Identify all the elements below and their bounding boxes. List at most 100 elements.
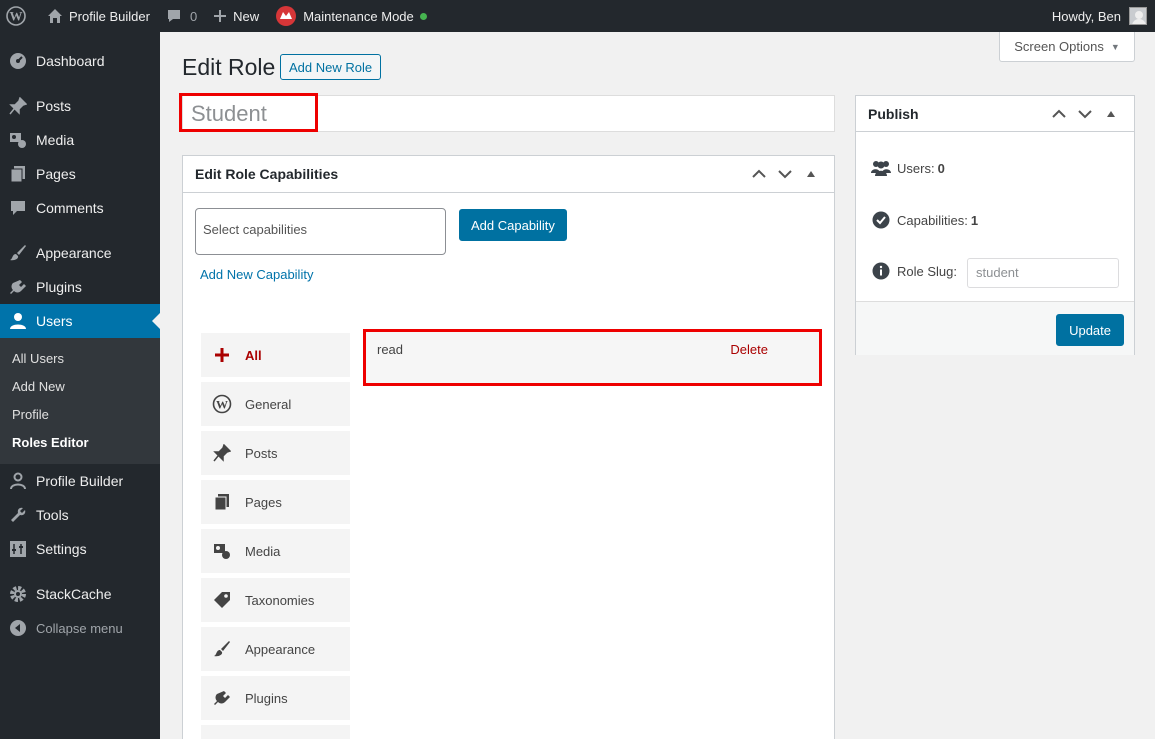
sidebar-item-label: Collapse menu — [36, 620, 123, 636]
new-content-link[interactable]: New — [205, 0, 267, 32]
group-tab-pages[interactable]: Pages — [201, 480, 350, 524]
maintenance-mode-link[interactable]: Maintenance Mode — [267, 0, 435, 32]
submenu-item-roles-editor[interactable]: Roles Editor — [0, 428, 160, 456]
group-tab-taxonomies[interactable]: Taxonomies — [201, 578, 350, 622]
sidebar-item-label: Settings — [36, 541, 87, 557]
sidebar-item-dashboard[interactable]: Dashboard — [0, 44, 160, 78]
page-title: Edit Role — [182, 54, 276, 80]
screen-options-button[interactable]: Screen Options ▼ — [999, 32, 1135, 62]
chevron-down-icon[interactable] — [772, 161, 798, 187]
sidebar-item-label: Posts — [36, 98, 72, 114]
publish-actions: Update — [856, 301, 1134, 355]
group-tab-general[interactable]: W General — [201, 382, 350, 426]
caret-down-icon: ▼ — [1110, 41, 1120, 52]
users-count: 0 — [937, 160, 945, 176]
group-tab-plugins[interactable]: Plugins — [201, 676, 350, 720]
chevron-down-icon[interactable] — [1072, 101, 1098, 127]
comment-icon — [8, 198, 28, 218]
toggle-panel-icon[interactable] — [798, 161, 824, 187]
group-tab-label: Taxonomies — [245, 592, 315, 608]
sidebar-item-label: Users — [36, 313, 73, 329]
sidebar-item-label: Media — [36, 132, 75, 148]
add-new-role-button[interactable]: Add New Role — [280, 54, 382, 80]
pin-icon — [212, 443, 232, 463]
box-handles — [1046, 101, 1134, 127]
chevron-up-icon[interactable] — [1046, 101, 1072, 127]
collapse-menu-button[interactable]: Collapse menu — [0, 611, 160, 645]
submenu-item-add-new[interactable]: Add New — [0, 372, 160, 400]
group-tab-posts[interactable]: Posts — [201, 431, 350, 475]
tag-icon — [212, 590, 232, 610]
sidebar-item-posts[interactable]: Posts — [0, 89, 160, 123]
submenu-item-all-users[interactable]: All Users — [0, 344, 160, 372]
collapse-icon — [8, 618, 28, 638]
comments-link[interactable]: 0 — [158, 0, 205, 32]
sidebar-item-profile-builder[interactable]: Profile Builder — [0, 464, 160, 498]
group-tab-all[interactable]: All — [201, 333, 350, 377]
dashboard-icon — [8, 51, 28, 71]
sidebar-item-settings[interactable]: Settings — [0, 532, 160, 566]
comment-icon — [167, 10, 180, 22]
brush-icon — [212, 639, 232, 659]
media-icon — [212, 541, 232, 561]
users-submenu: All Users Add New Profile Roles Editor — [0, 338, 160, 464]
plug-icon — [8, 277, 28, 297]
info-icon — [871, 261, 891, 281]
group-tab-appearance[interactable]: Appearance — [201, 627, 350, 671]
role-slug-input[interactable]: student — [967, 258, 1119, 288]
status-dot-icon — [419, 12, 427, 20]
avatar — [1129, 7, 1147, 25]
wordpress-logo-icon[interactable]: W — [0, 0, 39, 32]
update-button[interactable]: Update — [1056, 314, 1124, 346]
capabilities-count: 1 — [970, 212, 979, 228]
submenu-item-profile[interactable]: Profile — [0, 400, 160, 428]
sidebar-item-tools[interactable]: Tools — [0, 498, 160, 532]
sidebar-item-label: Plugins — [36, 279, 82, 295]
capability-groups: All W General Posts Pages Media Taxonomi… — [201, 333, 350, 739]
pages-icon — [8, 164, 28, 184]
pages-icon — [212, 492, 232, 512]
admin-sidebar: Dashboard Posts Media Pages Comments App… — [0, 32, 160, 739]
sidebar-item-label: StackCache — [36, 586, 112, 602]
sidebar-item-stackcache[interactable]: StackCache — [0, 577, 160, 611]
brush-icon — [8, 243, 28, 263]
box-handles — [746, 161, 834, 187]
sidebar-item-media[interactable]: Media — [0, 123, 160, 157]
add-new-capability-link[interactable]: Add New Capability — [200, 267, 313, 282]
comments-count: 0 — [189, 8, 198, 24]
toggle-panel-icon[interactable] — [1098, 101, 1124, 127]
group-tab-media[interactable]: Media — [201, 529, 350, 573]
sidebar-item-plugins[interactable]: Plugins — [0, 270, 160, 304]
sidebar-item-pages[interactable]: Pages — [0, 157, 160, 191]
settings-icon — [8, 539, 28, 559]
postbox-header: Edit Role Capabilities — [183, 156, 834, 193]
media-icon — [8, 130, 28, 150]
box-title: Edit Role Capabilities — [195, 166, 339, 182]
users-label: Users: — [897, 160, 935, 176]
gear-icon — [8, 584, 28, 604]
highlight-box — [179, 93, 318, 132]
sidebar-item-appearance[interactable]: Appearance — [0, 236, 160, 270]
capabilities-label: Capabilities: — [897, 212, 968, 228]
chevron-up-icon[interactable] — [746, 161, 772, 187]
plus-icon — [214, 10, 227, 22]
sidebar-item-users[interactable]: Users — [0, 304, 160, 338]
group-tab-label: Appearance — [245, 641, 316, 657]
sidebar-item-comments[interactable]: Comments — [0, 191, 160, 225]
pin-icon — [8, 96, 28, 116]
group-tab-label: Media — [245, 543, 281, 559]
sidebar-item-label: Appearance — [36, 245, 112, 261]
select-capabilities-input[interactable]: Select capabilities — [195, 208, 446, 255]
add-capability-button[interactable]: Add Capability — [459, 209, 567, 241]
capabilities-count-row: Capabilities: 1 — [871, 210, 978, 230]
users-group-icon — [871, 158, 891, 178]
group-tab-more[interactable] — [201, 725, 350, 739]
admin-bar: W Profile Builder 0 New Maintenance Mode… — [0, 0, 1155, 32]
site-name-link[interactable]: Profile Builder — [39, 0, 158, 32]
box-title: Publish — [868, 105, 919, 122]
site-name: Profile Builder — [69, 8, 150, 24]
my-account-link[interactable]: Howdy, Ben — [1044, 0, 1155, 32]
wordpress-logo-icon: W — [212, 394, 232, 414]
user-icon — [8, 311, 28, 331]
group-tab-label: Posts — [245, 445, 278, 461]
